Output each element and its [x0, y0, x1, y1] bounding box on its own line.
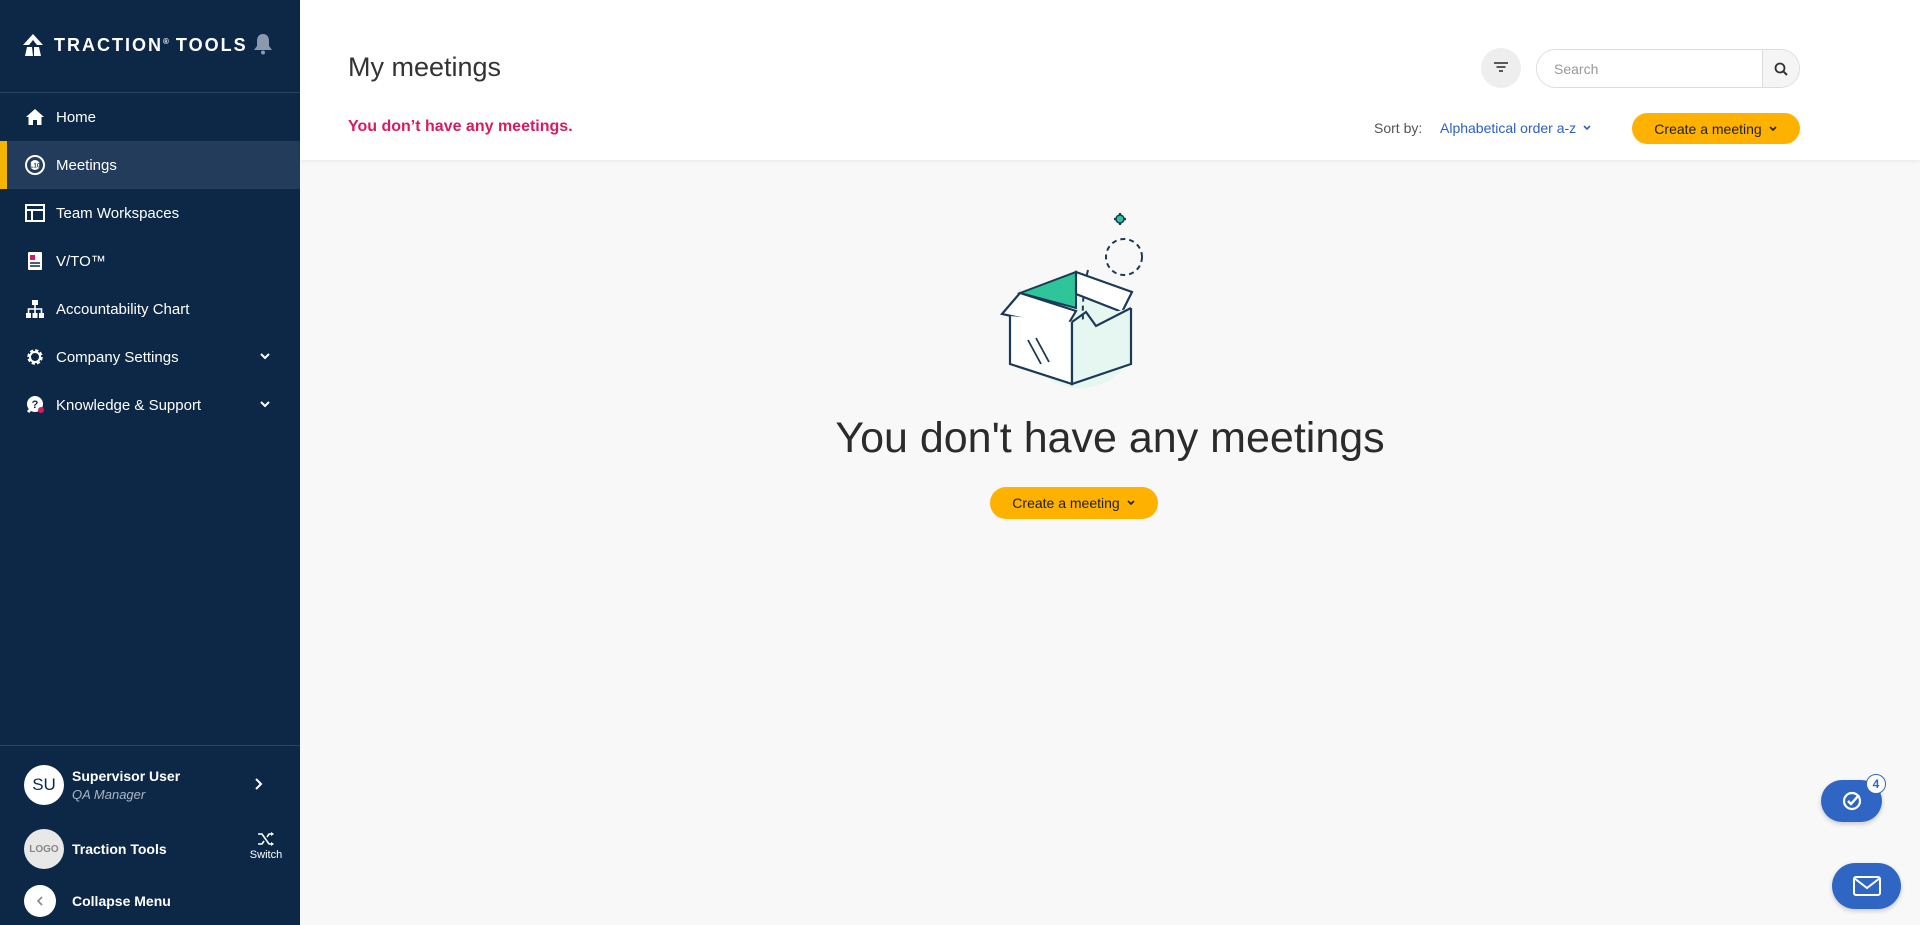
switch-org-button[interactable]: Switch [246, 831, 286, 861]
switch-label: Switch [249, 849, 283, 861]
brand-name: TRACTION® TOOLS [54, 34, 248, 55]
vto-icon [24, 250, 46, 272]
chevron-down-icon [1127, 500, 1135, 506]
page-title: My meetings [348, 52, 502, 82]
page-header: My meetings You don’t have any meetings.… [300, 0, 1920, 160]
shuffle-icon [258, 832, 274, 846]
brand-logo[interactable]: TRACTION® TOOLS [22, 30, 248, 60]
chevron-down-icon [258, 397, 272, 411]
messages-button[interactable] [1832, 863, 1901, 909]
create-meeting-label: Create a meeting [1654, 120, 1762, 137]
organization: LOGO Traction Tools Switch [24, 829, 284, 869]
sidebar-item-knowledge-support[interactable]: ? Knowledge & Support [0, 381, 300, 429]
org-chart-icon [24, 298, 46, 320]
sidebar-item-company-settings[interactable]: Company Settings [0, 333, 300, 381]
empty-box-illustration [996, 204, 1148, 404]
svg-text:?: ? [32, 399, 39, 411]
search-input[interactable] [1537, 50, 1762, 87]
collapse-menu-button[interactable]: Collapse Menu [24, 884, 171, 918]
empty-message: You don’t have any meetings. [348, 118, 573, 135]
sidebar-divider [0, 745, 300, 746]
create-meeting-button[interactable]: Create a meeting [990, 487, 1158, 519]
sidebar-item-label: Team Workspaces [56, 204, 180, 222]
org-logo: LOGO [24, 829, 64, 869]
sidebar-item-home[interactable]: Home [0, 93, 300, 141]
chevron-down-icon [1769, 125, 1777, 131]
support-icon: ? [24, 394, 46, 416]
filter-icon [1494, 62, 1508, 72]
create-meeting-button[interactable]: Create a meeting [1632, 113, 1800, 144]
sidebar-item-label: Meetings [56, 156, 117, 174]
sidebar: TRACTION® TOOLS Home L10 Meetings Team W… [0, 0, 300, 925]
chevron-down-icon [1583, 125, 1591, 131]
search-icon [1774, 62, 1788, 76]
gear-icon [24, 346, 46, 368]
sidebar-item-label: Accountability Chart [56, 300, 190, 318]
sidebar-item-label: Company Settings [56, 348, 179, 366]
meetings-icon: L10 [24, 154, 46, 176]
sidebar-nav: Home L10 Meetings Team Workspaces V/TO™ … [0, 93, 300, 429]
user-name: Supervisor User [72, 768, 181, 784]
sort-dropdown[interactable]: Alphabetical order a-z [1440, 120, 1592, 136]
search-box [1536, 49, 1800, 88]
user-profile[interactable]: SU Supervisor User QA Manager [24, 764, 284, 806]
filter-button[interactable] [1481, 48, 1521, 88]
collapse-label: Collapse Menu [72, 893, 171, 909]
home-icon [24, 106, 46, 128]
chevron-left-icon [24, 885, 56, 917]
checkmark-circle-icon [1842, 791, 1861, 811]
user-role: QA Manager [72, 787, 146, 802]
sidebar-item-team-workspaces[interactable]: Team Workspaces [0, 189, 300, 237]
sort-label: Sort by: [1374, 120, 1423, 136]
search-button[interactable] [1762, 50, 1799, 87]
traction-logo-icon [23, 34, 43, 56]
mail-icon [1852, 876, 1881, 896]
chevron-right-icon [252, 777, 264, 796]
sort-value: Alphabetical order a-z [1440, 120, 1577, 136]
svg-text:L10: L10 [30, 164, 41, 170]
create-meeting-label: Create a meeting [1012, 495, 1120, 511]
sidebar-item-label: Knowledge & Support [56, 396, 202, 414]
avatar: SU [24, 765, 64, 805]
sidebar-item-vto[interactable]: V/TO™ [0, 237, 300, 285]
sidebar-item-meetings[interactable]: L10 Meetings [0, 141, 300, 189]
sidebar-item-label: V/TO™ [56, 252, 106, 270]
bell-icon[interactable] [253, 33, 273, 55]
sidebar-item-label: Home [56, 108, 97, 126]
empty-state-title: You don't have any meetings [835, 414, 1385, 462]
tasks-badge: 4 [1866, 774, 1886, 794]
chevron-down-icon [258, 349, 272, 363]
workspace-icon [24, 202, 46, 224]
org-name: Traction Tools [72, 841, 167, 857]
sidebar-item-accountability-chart[interactable]: Accountability Chart [0, 285, 300, 333]
